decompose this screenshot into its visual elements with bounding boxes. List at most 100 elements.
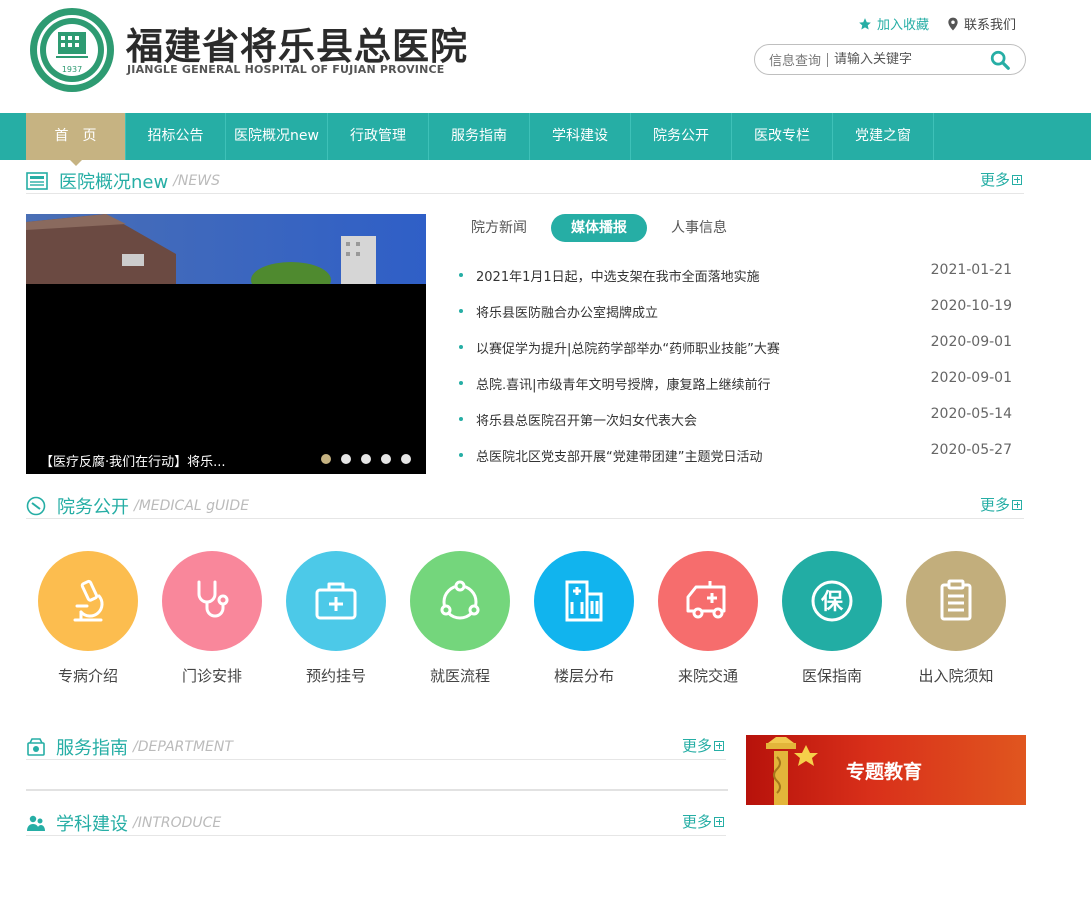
introduce-more-label: 更多 [681, 813, 712, 831]
topic-education-banner[interactable]: 专题教育 [746, 735, 1026, 805]
news-title[interactable]: 2021年1月1日起，中选支架在我市全面落地实施 [476, 266, 760, 285]
plus-icon [1012, 499, 1022, 510]
department-more-link[interactable]: 更多 [682, 735, 724, 756]
search-divider [827, 52, 829, 67]
guide-label: 专病介绍 [57, 667, 118, 685]
news-title[interactable]: 总院.喜讯|市级青年文明号授牌，康复路上继续前行 [476, 374, 771, 393]
search-input[interactable] [834, 52, 970, 67]
clipboard-icon [906, 551, 1006, 651]
guide-item-outpatient[interactable]: 门诊安排 [162, 551, 286, 686]
nav-item-service-guide[interactable]: 服务指南 [429, 113, 530, 160]
process-cycle-icon [410, 551, 510, 651]
introduce-section-subtitle: /INTRODUCE [133, 814, 222, 831]
microscope-icon [38, 551, 138, 651]
news-more-label: 更多 [979, 171, 1010, 189]
plus-icon [1012, 174, 1022, 185]
nav-item-reform[interactable]: 医改专栏 [732, 113, 833, 160]
contact-us-link[interactable]: 联系我们 [947, 14, 1016, 33]
nav-item-home[interactable]: 首 页 [26, 113, 126, 166]
insurance-icon: 保 [782, 551, 882, 651]
add-favorite-link[interactable]: 加入收藏 [858, 14, 929, 33]
news-item[interactable]: 2021年1月1日起，中选支架在我市全面落地实施 2021-01-21 [457, 262, 1017, 298]
nav-item-party[interactable]: 党建之窗 [833, 113, 934, 160]
news-item[interactable]: 总医院北区党支部开展“党建带团建”主题党日活动 2020-05-27 [457, 442, 1017, 478]
news-section-subtitle: /NEWS [173, 172, 220, 189]
guide-label: 门诊安排 [181, 667, 242, 685]
slider-dot-5[interactable] [401, 454, 411, 464]
search-bar: 信息查询 [754, 44, 1026, 75]
guide-label: 楼层分布 [553, 667, 614, 685]
news-item[interactable]: 将乐县总医院召开第一次妇女代表大会 2020-05-14 [457, 406, 1017, 442]
building-icon [534, 551, 634, 651]
guide-label: 来院交通 [677, 667, 738, 685]
nav-item-tender[interactable]: 招标公告 [126, 113, 226, 160]
nav-item-overview[interactable]: 医院概况new [226, 113, 328, 160]
guide-item-admission[interactable]: 出入院须知 [906, 551, 1030, 686]
guide-item-floor[interactable]: 楼层分布 [534, 551, 658, 686]
star-icon [859, 17, 871, 30]
guide-item-transport[interactable]: 来院交通 [658, 551, 782, 686]
news-title[interactable]: 将乐县医防融合办公室揭牌成立 [476, 302, 658, 321]
introduce-more-link[interactable]: 更多 [682, 811, 724, 832]
hospital-name-en: JIANGLE GENERAL HOSPITAL OF FUJIAN PROVI… [127, 63, 445, 76]
news-section-title: 医院概况new [59, 171, 169, 193]
bullet-dot [459, 273, 463, 277]
hospital-seal-logo[interactable]: 1937 [28, 6, 116, 94]
add-favorite-label: 加入收藏 [876, 18, 929, 33]
medical-kit-icon [286, 551, 386, 651]
guide-label: 预约挂号 [305, 667, 366, 685]
nav-item-admin[interactable]: 行政管理 [328, 113, 429, 160]
tab-hospital-news[interactable]: 院方新闻 [461, 214, 537, 242]
bullet-dot [459, 453, 463, 457]
news-date: 2020-09-01 [930, 370, 1012, 386]
news-date: 2020-09-01 [930, 334, 1012, 350]
svg-text:保: 保 [820, 590, 844, 615]
slide-caption[interactable]: 【医疗反腐·我们在行动】将乐... [40, 451, 226, 470]
medical-section-header: 院务公开 /MEDICAL gUIDE 更多 [26, 493, 1024, 519]
guide-label: 医保指南 [801, 667, 862, 685]
slider-dot-4[interactable] [381, 454, 391, 464]
nav-item-discipline[interactable]: 学科建设 [530, 113, 631, 160]
introduce-section-title: 学科建设 [56, 813, 128, 835]
guide-label: 就医流程 [429, 667, 490, 685]
slider-dots [321, 454, 411, 464]
contact-us-label: 联系我们 [963, 18, 1016, 33]
main-nav: 首 页 招标公告 医院概况new 行政管理 服务指南 学科建设 院务公开 医改专… [0, 113, 1091, 166]
guide-item-disease-intro[interactable]: 专病介绍 [38, 551, 162, 686]
news-date: 2020-10-19 [930, 298, 1012, 314]
news-more-link[interactable]: 更多 [980, 169, 1022, 190]
guide-item-insurance[interactable]: 保 医保指南 [782, 551, 906, 686]
top-links: 加入收藏 联系我们 [858, 14, 1016, 33]
guide-item-appointment[interactable]: 预约挂号 [286, 551, 410, 686]
department-section-title: 服务指南 [56, 737, 128, 759]
slider-dot-3[interactable] [361, 454, 371, 464]
news-tabs: 院方新闻 媒体播报 人事信息 [461, 214, 737, 242]
news-date: 2021-01-21 [930, 262, 1012, 278]
svg-text:1937: 1937 [62, 65, 82, 74]
tab-media-report[interactable]: 媒体播报 [551, 214, 647, 242]
ambulance-icon [658, 551, 758, 651]
hospital-name-cn: 福建省将乐县总医院 [126, 24, 468, 68]
medical-section-subtitle: /MEDICAL gUIDE [134, 497, 250, 514]
guide-label: 出入院须知 [918, 667, 994, 685]
news-item[interactable]: 将乐县医防融合办公室揭牌成立 2020-10-19 [457, 298, 1017, 334]
plus-icon [714, 816, 724, 827]
slider-dot-2[interactable] [341, 454, 351, 464]
bullet-dot [459, 345, 463, 349]
news-title[interactable]: 以赛促学为提升|总院药学部举办“药师职业技能”大赛 [476, 338, 780, 357]
news-item[interactable]: 以赛促学为提升|总院药学部举办“药师职业技能”大赛 2020-09-01 [457, 334, 1017, 370]
page: 1937 福建省将乐县总医院 JIANGLE GENERAL HOSPITAL … [0, 0, 1091, 914]
people-icon [27, 815, 45, 831]
news-title[interactable]: 将乐县总医院召开第一次妇女代表大会 [476, 410, 697, 429]
banner-text: 专题教育 [846, 761, 923, 783]
news-date: 2020-05-27 [930, 442, 1012, 458]
news-item[interactable]: 总院.喜讯|市级青年文明号授牌，康复路上继续前行 2020-09-01 [457, 370, 1017, 406]
tab-personnel-info[interactable]: 人事信息 [661, 214, 737, 242]
news-slider[interactable]: 【医疗反腐·我们在行动】将乐... [26, 214, 426, 474]
search-icon[interactable] [989, 49, 1011, 71]
news-title[interactable]: 总医院北区党支部开展“党建带团建”主题党日活动 [476, 446, 762, 465]
slider-dot-1[interactable] [321, 454, 331, 464]
medical-more-link[interactable]: 更多 [980, 494, 1022, 515]
nav-item-affairs[interactable]: 院务公开 [631, 113, 732, 160]
guide-item-process[interactable]: 就医流程 [410, 551, 534, 686]
